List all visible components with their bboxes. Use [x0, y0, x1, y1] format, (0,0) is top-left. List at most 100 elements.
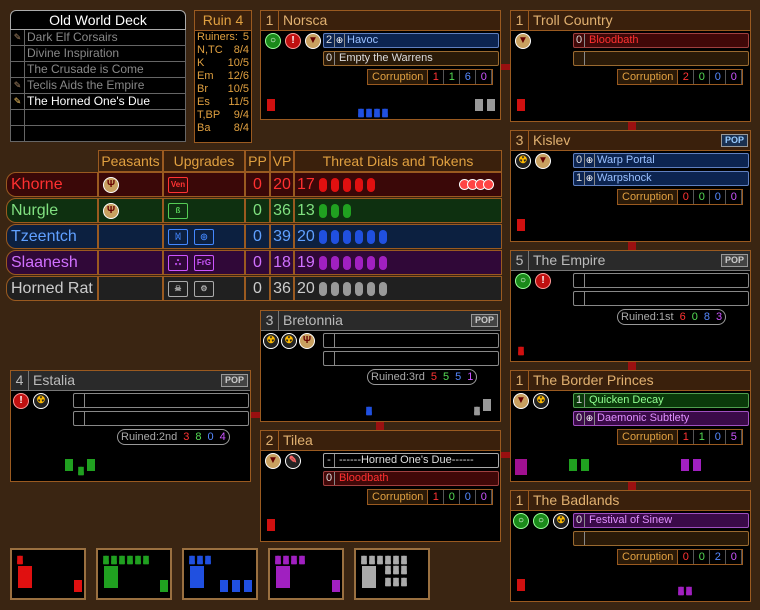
- region-troll-country[interactable]: 1 Troll Country ▼ 0 Bloodbath Corruption 2 0…: [510, 10, 751, 122]
- pawn[interactable]: [393, 565, 399, 575]
- pawn[interactable]: [232, 580, 240, 592]
- region-tilea[interactable]: 2 Tilea ▼ ✎ - ------Horned One's Due------…: [260, 430, 501, 542]
- token-icon[interactable]: !: [13, 393, 29, 409]
- pawn[interactable]: [244, 580, 252, 592]
- upgrade-icon[interactable]: Ven: [168, 177, 188, 193]
- card-slot[interactable]: [73, 393, 249, 408]
- token-icon[interactable]: ☢: [33, 393, 49, 409]
- pawn[interactable]: [401, 555, 407, 565]
- greater-daemon[interactable]: [104, 566, 118, 588]
- card-slot[interactable]: 1 ⊕ Warpshock: [573, 171, 749, 186]
- pawn[interactable]: [361, 555, 367, 565]
- token-icon[interactable]: Ψ: [299, 333, 315, 349]
- pawn[interactable]: [160, 580, 168, 592]
- reserve-slaanesh[interactable]: [268, 548, 344, 600]
- pawn[interactable]: [17, 555, 23, 565]
- token-icon[interactable]: ☢: [515, 153, 531, 169]
- upgrade-icon[interactable]: ☠: [168, 281, 188, 297]
- pawn[interactable]: [401, 577, 407, 587]
- token-icon[interactable]: ○: [515, 273, 531, 289]
- deck-card[interactable]: The Crusade is Come: [10, 62, 186, 78]
- region-bretonnia[interactable]: 3 Bretonnia POP ☢ ☢ Ψ Ruined:3rd 5 5 5 1: [260, 310, 501, 422]
- pawn[interactable]: [143, 555, 149, 565]
- card-slot[interactable]: 0 Festival of Sinew: [573, 513, 749, 528]
- pawn[interactable]: [385, 555, 391, 565]
- pawn[interactable]: [74, 580, 82, 592]
- pawn[interactable]: [393, 577, 399, 587]
- pawn[interactable]: [220, 580, 228, 592]
- token-icon[interactable]: ✎: [285, 453, 301, 469]
- token-icon[interactable]: ▼: [515, 33, 531, 49]
- pawn[interactable]: [291, 555, 297, 565]
- region-border-princes[interactable]: 1 The Border Princes ▼ ☢ 1 Quicken Decay 0…: [510, 370, 751, 482]
- upgrade-icon[interactable]: ◎: [194, 229, 214, 245]
- pawn[interactable]: [569, 459, 577, 471]
- deck-card[interactable]: ✎ Dark Elf Corsairs: [10, 30, 186, 46]
- pawn[interactable]: [205, 555, 211, 565]
- pawn[interactable]: [87, 459, 95, 471]
- token-icon[interactable]: ☢: [553, 513, 569, 529]
- card-slot[interactable]: 0 Empty the Warrens: [323, 51, 499, 66]
- pawn[interactable]: [483, 399, 491, 411]
- pawn[interactable]: [78, 466, 84, 476]
- pawn[interactable]: [299, 555, 305, 565]
- token-icon[interactable]: ○: [265, 33, 281, 49]
- token-icon[interactable]: ▼: [535, 153, 551, 169]
- pawn[interactable]: [283, 555, 289, 565]
- upgrade-icon[interactable]: FrG: [194, 255, 214, 271]
- region-the-badlands[interactable]: 1 The Badlands ○ ○ ☢ 0 Festival of Sinew C…: [510, 490, 751, 602]
- pawn[interactable]: [197, 555, 203, 565]
- pawn[interactable]: [127, 555, 133, 565]
- pawn[interactable]: [366, 108, 372, 118]
- pawn[interactable]: [275, 555, 281, 565]
- pawn[interactable]: [678, 586, 684, 596]
- reserve-nurgle[interactable]: [96, 548, 172, 600]
- pawn[interactable]: [385, 577, 391, 587]
- upgrade-icon[interactable]: ஃ: [168, 255, 188, 271]
- greater-daemon[interactable]: [362, 566, 376, 588]
- token-icon[interactable]: ▼: [305, 33, 321, 49]
- pawn[interactable]: [681, 459, 689, 471]
- region-estalia[interactable]: 4 Estalia POP ! ☢ Ruined:2nd 3 8 0 4: [10, 370, 251, 482]
- token-icon[interactable]: ☢: [281, 333, 297, 349]
- deck-card[interactable]: [10, 110, 186, 126]
- upgrade-icon[interactable]: ⚙: [194, 281, 214, 297]
- pawn[interactable]: [517, 219, 525, 231]
- card-slot[interactable]: 2 ⊕ Havoc: [323, 33, 499, 48]
- pawn[interactable]: [517, 99, 525, 111]
- pawn[interactable]: [267, 99, 275, 111]
- token-icon[interactable]: ☢: [533, 393, 549, 409]
- pawn[interactable]: [135, 555, 141, 565]
- pawn[interactable]: [382, 108, 388, 118]
- token-icon[interactable]: ▼: [513, 393, 529, 409]
- card-slot[interactable]: [573, 531, 749, 546]
- token-icon[interactable]: ☢: [263, 333, 279, 349]
- deck-card[interactable]: ✎ The Horned One's Due: [10, 94, 186, 110]
- deck-card[interactable]: Divine Inspiration: [10, 46, 186, 62]
- card-slot[interactable]: - ------Horned One's Due------: [323, 453, 499, 468]
- pawn[interactable]: [65, 459, 73, 471]
- pawn[interactable]: [385, 565, 391, 575]
- card-slot[interactable]: [573, 291, 749, 306]
- token-icon[interactable]: !: [285, 33, 301, 49]
- upgrade-icon[interactable]: ᛞ: [168, 229, 188, 245]
- pawn[interactable]: [332, 580, 340, 592]
- greater-daemon[interactable]: [276, 566, 290, 588]
- token-icon[interactable]: !: [535, 273, 551, 289]
- reserve-tzeentch[interactable]: [182, 548, 258, 600]
- token-icon[interactable]: ▼: [265, 453, 281, 469]
- upgrade-icon[interactable]: ß: [168, 203, 188, 219]
- card-slot[interactable]: 0 ⊕ Daemonic Subtlety: [573, 411, 749, 426]
- card-slot[interactable]: 0 ⊕ Warp Portal: [573, 153, 749, 168]
- greater-daemon[interactable]: [18, 566, 32, 588]
- pawn[interactable]: [693, 459, 701, 471]
- pawn[interactable]: [475, 99, 483, 111]
- pawn[interactable]: [189, 555, 195, 565]
- pawn[interactable]: [369, 555, 375, 565]
- reserve-horned-rat[interactable]: [354, 548, 430, 600]
- region-the-empire[interactable]: 5 The Empire POP ○ ! Ruined:1st 6 0 8 3: [510, 250, 751, 362]
- greater-daemon[interactable]: [190, 566, 204, 588]
- pawn[interactable]: [515, 459, 527, 475]
- region-kislev[interactable]: 3 Kislev POP ☢ ▼ 0 ⊕ Warp Portal 1 ⊕ Warpshock…: [510, 130, 751, 242]
- pawn[interactable]: [119, 555, 125, 565]
